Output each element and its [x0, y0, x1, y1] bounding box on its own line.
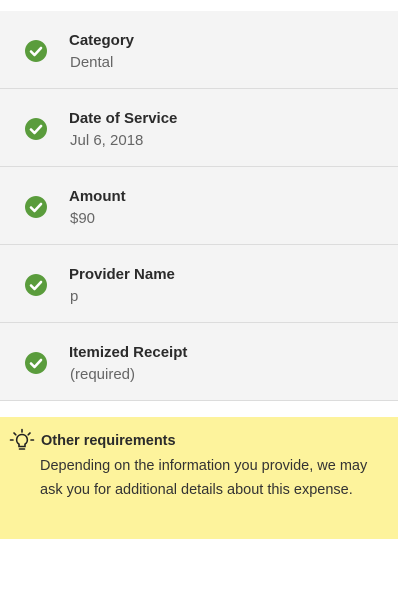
check-circle-icon [25, 40, 47, 62]
list-item-amount[interactable]: Amount $90 [0, 167, 398, 245]
field-label: Category [69, 32, 135, 49]
field-label: Itemized Receipt [69, 344, 188, 361]
list-item-date-of-service[interactable]: Date of Service Jul 6, 2018 [0, 89, 398, 167]
list-item-category[interactable]: Category Dental [0, 11, 398, 89]
field-label: Date of Service [69, 110, 178, 127]
field-value: Dental [70, 54, 114, 71]
field-value: $90 [70, 210, 96, 227]
lightbulb-icon [9, 428, 35, 454]
field-value: (required) [70, 366, 136, 383]
notice-body: Depending on the information you provide… [40, 458, 368, 498]
field-label: Amount [69, 188, 126, 205]
check-circle-icon [25, 118, 47, 140]
check-circle-icon [25, 196, 47, 218]
field-label: Provider Name [69, 266, 175, 283]
field-value: Jul 6, 2018 [70, 132, 144, 149]
check-circle-icon [25, 274, 47, 296]
field-value: p [70, 288, 79, 305]
notice-title: Other requirements [41, 433, 176, 449]
list-item-provider-name[interactable]: Provider Name p [0, 245, 398, 323]
expense-summary-list: Category Dental Date of Service Jul 6, 2… [0, 11, 398, 401]
other-requirements-notice: Other requirements Depending on the info… [0, 417, 398, 539]
check-circle-icon [25, 352, 47, 374]
list-item-itemized-receipt[interactable]: Itemized Receipt (required) [0, 323, 398, 401]
